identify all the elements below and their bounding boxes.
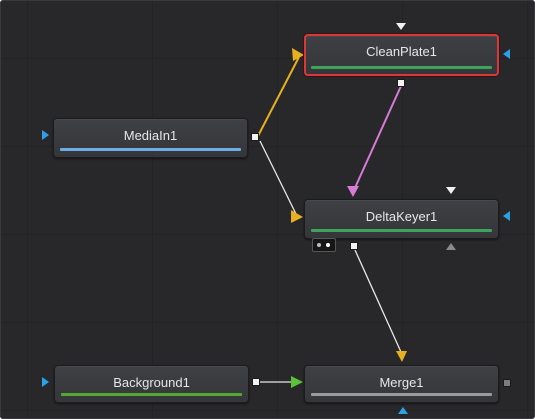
node-background[interactable]: Background1 [54,365,249,403]
wire-deltakeyer-merge[interactable] [354,249,402,353]
node-label: MediaIn1 [123,128,178,143]
input-arrow-yellow[interactable] [396,351,407,362]
output-port[interactable] [350,242,358,250]
node-editor-canvas[interactable]: CleanPlate1 MediaIn1 DeltaKeyer1 Backgro… [0,0,535,419]
node-mediain[interactable]: MediaIn1 [53,118,248,158]
output-port[interactable] [252,378,260,386]
node-label: DeltaKeyer1 [365,209,438,224]
wire-cleanplate-deltakeyer[interactable] [353,85,402,191]
wire-mediain-cleanplate[interactable] [257,56,300,137]
input-arrow-yellow[interactable] [291,210,303,223]
output-port[interactable] [251,133,259,141]
input-arrow-green[interactable] [291,376,303,388]
input-arrow-icon[interactable] [42,377,49,387]
node-cleanplate[interactable]: CleanPlate1 [304,34,499,76]
input-arrow-icon[interactable] [446,243,456,250]
view-dot-left [317,243,321,247]
view-indicator-icon[interactable] [312,238,336,252]
input-arrow-icon[interactable] [503,49,510,59]
node-merge[interactable]: Merge1 [304,365,499,403]
mask-input-icon[interactable] [396,23,406,30]
node-color-bar [311,393,492,396]
node-label: Background1 [113,375,190,390]
input-arrow-icon[interactable] [42,130,49,140]
view-dot-right [326,243,330,247]
node-label: CleanPlate1 [366,44,437,59]
node-label: Merge1 [379,375,424,390]
node-color-bar [311,66,492,69]
input-arrow-magenta[interactable] [347,186,359,197]
node-color-bar [311,229,492,232]
node-color-bar [60,148,241,151]
output-port[interactable] [397,79,405,87]
node-deltakeyer[interactable]: DeltaKeyer1 [304,199,499,239]
input-arrow-icon[interactable] [503,211,510,221]
mask-input-icon[interactable] [446,187,456,194]
input-arrow-icon[interactable] [398,407,408,414]
wire-mediain-deltakeyer[interactable] [259,140,298,217]
node-color-bar [61,393,242,396]
output-port[interactable] [503,379,511,387]
